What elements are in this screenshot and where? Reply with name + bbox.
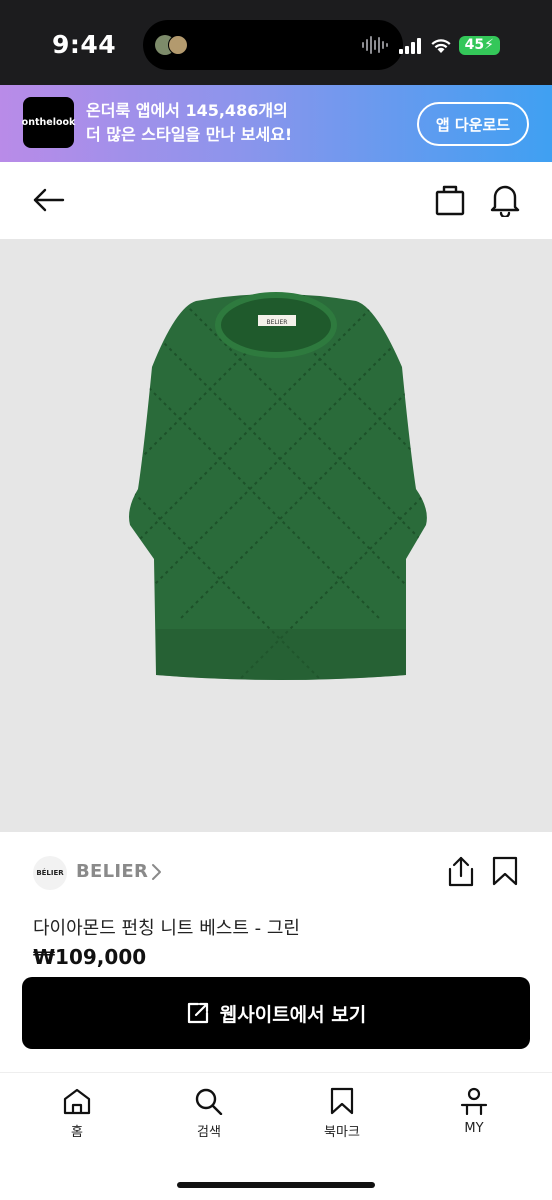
status-indicators: 45⚡ [398, 36, 500, 55]
search-icon [195, 1088, 223, 1115]
view-on-website-label: 웹사이트에서 보기 [219, 1003, 367, 1026]
home-indicator [177, 1182, 375, 1188]
bell-icon[interactable] [487, 181, 523, 217]
onthelook-logo: onthelook [22, 97, 75, 148]
tab-home-label: 홈 [71, 1125, 83, 1140]
vest-label-text: BELIER [267, 319, 288, 326]
knit-vest-image: BELIER [129, 292, 427, 680]
tab-my-label: MY [464, 1121, 484, 1136]
product-title: 다이아몬드 펀칭 니트 베스트 - 그린 [33, 918, 300, 939]
home-icon [63, 1088, 91, 1115]
brand-logo[interactable]: BÉLIER [33, 856, 67, 890]
status-bar: 9:44 45⚡ [0, 0, 552, 85]
tab-my[interactable]: MY [434, 1087, 514, 1136]
external-link-icon [187, 1002, 208, 1024]
back-arrow-icon[interactable] [31, 182, 67, 218]
product-detail-page: 9:44 45⚡ onthelook 온더룩 앱에서 145,486개의 더 많… [0, 0, 552, 1200]
tab-bookmark-label: 북마크 [324, 1125, 360, 1140]
share-icon[interactable] [446, 855, 476, 887]
island-avatars-icon [155, 33, 189, 57]
app-download-button[interactable]: 앱 다운로드 [417, 102, 529, 146]
tab-search[interactable]: 검색 [169, 1087, 249, 1140]
status-time: 9:44 [52, 30, 117, 59]
shopping-bag-icon[interactable] [432, 182, 468, 218]
promo-line-1: 온더룩 앱에서 145,486개의 [86, 101, 288, 120]
signal-icon [398, 37, 421, 54]
promo-line-2: 더 많은 스타일을 만나 보세요! [86, 125, 293, 144]
product-price: ₩109,000 [33, 945, 147, 969]
top-nav-bar [0, 162, 552, 239]
audio-wave-icon [362, 36, 388, 54]
vest-hem-rib [156, 629, 406, 680]
view-on-website-button[interactable]: 웹사이트에서 보기 [22, 977, 530, 1049]
battery-level: 45 [464, 37, 485, 53]
wifi-icon [431, 38, 451, 53]
product-image: BELIER [0, 239, 552, 832]
brand-name[interactable]: BELIER [76, 861, 148, 882]
battery-indicator: 45⚡ [458, 36, 500, 55]
bottom-tab-bar: 홈 검색 북마크 MY [0, 1072, 552, 1200]
tab-bookmark[interactable]: 북마크 [302, 1087, 382, 1140]
tab-home[interactable]: 홈 [37, 1087, 117, 1140]
dynamic-island [143, 20, 403, 70]
user-icon [460, 1087, 488, 1115]
promo-message: 온더룩 앱에서 145,486개의 더 많은 스타일을 만나 보세요! [86, 99, 292, 147]
bookmark-tab-icon [330, 1087, 354, 1115]
bookmark-icon[interactable] [491, 856, 519, 886]
tab-search-label: 검색 [197, 1125, 221, 1140]
app-promo-banner: onthelook 온더룩 앱에서 145,486개의 더 많은 스타일을 만나… [0, 85, 552, 162]
chevron-right-icon[interactable] [150, 862, 164, 882]
charging-icon: ⚡ [484, 37, 494, 53]
